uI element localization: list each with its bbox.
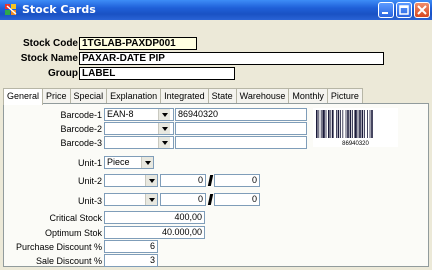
barcode-bar bbox=[316, 110, 318, 138]
barcode1-label: Barcode-1 bbox=[60, 110, 102, 120]
optimum-stok-field[interactable]: 40.000,00 bbox=[104, 226, 205, 239]
barcode-bar bbox=[330, 110, 332, 138]
barcode-bar bbox=[336, 110, 337, 138]
close-icon bbox=[417, 5, 427, 15]
barcode3-label: Barcode-3 bbox=[60, 138, 102, 148]
chevron-down-icon bbox=[149, 179, 155, 183]
stock-code-field[interactable]: 1TGLAB-PAXDP001 bbox=[79, 37, 197, 50]
chevron-down-icon bbox=[145, 161, 151, 165]
group-field[interactable]: LABEL bbox=[79, 67, 235, 80]
chevron-down-icon bbox=[162, 113, 168, 117]
tab-monthly[interactable]: Monthly bbox=[288, 88, 328, 104]
tab-state[interactable]: State bbox=[207, 88, 237, 104]
close-button[interactable] bbox=[414, 2, 430, 18]
barcode-bar bbox=[337, 110, 340, 138]
barcode-bar bbox=[325, 110, 327, 138]
barcode-bar bbox=[328, 110, 330, 138]
barcode3-type-dropdown[interactable] bbox=[158, 137, 170, 148]
unit2-num2-field[interactable]: 0 bbox=[214, 174, 260, 187]
tab-warehouse[interactable]: Warehouse bbox=[235, 88, 290, 104]
group-label: Group bbox=[48, 68, 78, 79]
barcode-bar bbox=[364, 110, 365, 138]
critical-stock-field[interactable]: 400,00 bbox=[104, 211, 205, 224]
tab-price[interactable]: Price bbox=[42, 88, 71, 104]
barcode-bar bbox=[359, 110, 361, 138]
barcode3-value-field[interactable] bbox=[175, 136, 307, 149]
barcode-bar bbox=[320, 110, 322, 138]
tab-special[interactable]: Special bbox=[69, 88, 108, 104]
barcode2-label: Barcode-2 bbox=[60, 124, 102, 134]
unit2-num1-field[interactable]: 0 bbox=[160, 174, 206, 187]
maximize-icon bbox=[399, 5, 409, 15]
barcode2-value-field[interactable] bbox=[175, 122, 307, 135]
unit3-num1-field[interactable]: 0 bbox=[160, 193, 206, 206]
tab-picture[interactable]: Picture bbox=[326, 88, 363, 104]
critical-stock-label: Critical Stock bbox=[49, 213, 102, 223]
barcode-graphic: 86940320 bbox=[313, 108, 398, 147]
unit2-label: Unit-2 bbox=[77, 176, 102, 186]
barcode-bar bbox=[340, 110, 341, 138]
barcode-bar bbox=[345, 110, 347, 138]
unit2-dropdown[interactable] bbox=[145, 175, 157, 186]
app-multicolor-icon bbox=[5, 4, 17, 15]
barcode-caption: 86940320 bbox=[342, 141, 369, 147]
tab-general[interactable]: General bbox=[3, 88, 44, 105]
barcode-bar bbox=[322, 110, 325, 138]
tab-integrated[interactable]: Integrated bbox=[160, 88, 209, 104]
barcode-bar bbox=[342, 110, 344, 138]
purchase-discount-label: Purchase Discount % bbox=[15, 242, 102, 252]
chevron-down-icon bbox=[162, 127, 168, 131]
sale-discount-field[interactable]: 3 bbox=[104, 254, 158, 267]
stock-name-field[interactable]: PAXAR-DATE PIP bbox=[79, 52, 384, 65]
barcode-bar bbox=[361, 110, 364, 138]
chevron-down-icon bbox=[162, 141, 168, 145]
tab-bar: General Price Special Explanation Integr… bbox=[3, 88, 363, 105]
barcode-bar bbox=[347, 110, 349, 138]
barcode1-type-value: EAN-8 bbox=[107, 109, 134, 119]
barcode-bar bbox=[357, 110, 359, 138]
barcode1-value-field[interactable]: 86940320 bbox=[175, 108, 307, 121]
window-title: Stock Cards bbox=[22, 3, 96, 16]
unit1-dropdown[interactable] bbox=[141, 157, 153, 168]
chevron-down-icon bbox=[149, 198, 155, 202]
barcode-bar bbox=[371, 110, 373, 138]
barcode-bar bbox=[352, 110, 353, 138]
minimize-icon bbox=[382, 12, 388, 14]
purchase-discount-field[interactable]: 6 bbox=[104, 240, 158, 253]
maximize-button[interactable] bbox=[396, 2, 412, 18]
barcode2-type-dropdown[interactable] bbox=[158, 123, 170, 134]
barcode-bar bbox=[318, 110, 320, 138]
barcode1-type-dropdown[interactable] bbox=[158, 109, 170, 120]
barcode-bar bbox=[369, 110, 371, 138]
barcode-image: 86940320 bbox=[313, 108, 398, 147]
unit3-num2-field[interactable]: 0 bbox=[214, 193, 260, 206]
barcode-bar bbox=[332, 110, 334, 138]
barcode-bar bbox=[367, 110, 368, 138]
unit3-label: Unit-3 bbox=[77, 196, 102, 206]
stock-name-label: Stock Name bbox=[20, 53, 78, 64]
tab-explanation[interactable]: Explanation bbox=[106, 88, 162, 104]
unit1-label: Unit-1 bbox=[77, 158, 102, 168]
sale-discount-label: Sale Discount % bbox=[35, 256, 102, 266]
title-bar[interactable]: Stock Cards bbox=[0, 0, 432, 20]
optimum-stok-label: Optimum Stok bbox=[44, 228, 102, 238]
barcode-bar bbox=[349, 110, 352, 138]
barcode-bar bbox=[354, 110, 357, 138]
stock-code-label: Stock Code bbox=[22, 38, 78, 49]
minimize-button[interactable] bbox=[378, 2, 394, 18]
unit3-dropdown[interactable] bbox=[145, 194, 157, 205]
unit1-value: Piece bbox=[107, 157, 130, 167]
